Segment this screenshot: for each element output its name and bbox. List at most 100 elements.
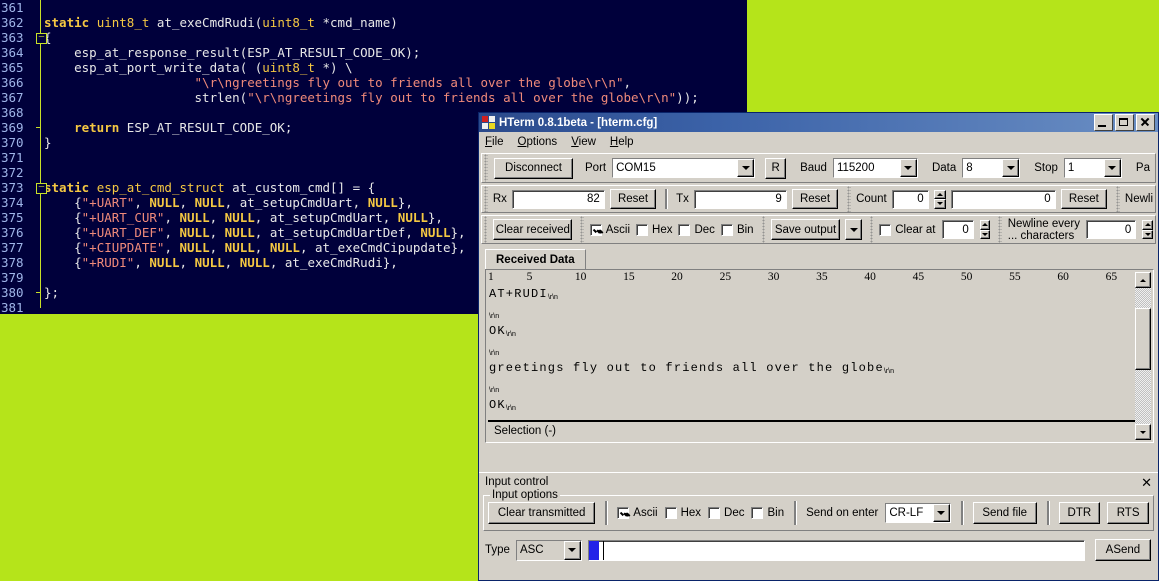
close-button[interactable] [1136,114,1155,131]
rts-button[interactable]: RTS [1107,502,1149,524]
newline-group-gripper[interactable] [1116,186,1120,212]
menu-item-view[interactable]: View [571,136,596,148]
title-bar[interactable]: HTerm 0.8.1beta - [hterm.cfg] [479,113,1158,132]
menu-item-help[interactable]: Help [610,136,634,148]
stop-bits-select[interactable]: 1 [1063,158,1122,178]
dtr-button[interactable]: DTR [1058,502,1101,524]
send-on-enter-value: CR-LF [886,504,933,522]
clear-transmitted-button[interactable]: Clear transmitted [488,502,596,524]
code-line[interactable]: static uint8_t at_exeCmdRudi(uint8_t *cm… [44,15,747,30]
data-dropdown-arrow-icon[interactable] [1002,159,1020,177]
clear-at-checkbox[interactable]: Clear at [879,223,936,236]
baud-dropdown-arrow-icon[interactable] [899,159,917,177]
newline-every-input[interactable]: 0 [1085,220,1137,239]
send-on-enter-select[interactable]: CR-LF [885,503,951,523]
save-output-dropdown-button[interactable] [845,219,862,240]
counter-toolbar-gripper[interactable] [484,186,488,212]
input-text-field[interactable] [587,539,1085,561]
dec-checkbox-input[interactable]: Dec [708,507,744,519]
count-spinner-up[interactable] [933,189,947,199]
newline-every-spinner[interactable] [1142,220,1153,239]
code-line[interactable]: { [44,30,747,45]
fold-box-373[interactable]: – [36,183,47,194]
save-output-button[interactable]: Save output [770,219,841,240]
received-data-view[interactable]: 1 5 10 15 20 25 30 35 40 45 50 55 60 65 AT+RUDI\r\n \r… [485,269,1154,443]
terminal-line: \r\n [489,380,1135,399]
tab-received-data[interactable]: Received Data [485,249,586,269]
count-spinner[interactable] [933,189,947,209]
count-reset-button[interactable]: Reset [1060,189,1108,209]
save-group-gripper[interactable] [761,216,765,243]
clear-at-input[interactable]: 0 [941,220,974,239]
clear-at-spinner-up[interactable] [979,220,991,230]
crlf-marker: \r\n [505,405,516,412]
code-line[interactable]: "\r\ngreetings fly out to friends all ov… [44,75,747,90]
input-control-close-icon[interactable]: ✕ [1141,476,1152,489]
ascii-checkbox-input[interactable]: Ascii [617,507,658,519]
clear-at-group-gripper[interactable] [869,216,874,243]
dec-checkbox-box-input[interactable] [708,507,721,519]
dec-checkbox-box-received[interactable] [678,223,691,236]
tx-reset-button[interactable]: Reset [791,189,839,209]
code-line[interactable]: strlen("\r\ngreetings fly out to friends… [44,90,747,105]
clear-received-button[interactable]: Clear received [493,219,573,240]
toolbar-gripper[interactable] [484,154,488,182]
received-scrollbar[interactable] [1135,272,1151,440]
scroll-down-button[interactable] [1135,424,1151,440]
fold-box-363[interactable]: – [36,33,47,44]
clear-at-spinner-down[interactable] [979,229,991,239]
newline-every-spinner-up[interactable] [1142,220,1153,230]
code-line[interactable]: esp_at_port_write_data( (uint8_t *) \ [44,60,747,75]
asend-button[interactable]: ASend [1094,539,1151,561]
format-group-gripper[interactable] [580,216,584,243]
input-options-legend: Input options [490,489,560,501]
scrollbar-track[interactable] [1135,288,1151,424]
bin-checkbox-box-received[interactable] [720,223,733,236]
clear-at-checkbox-box[interactable] [879,223,892,236]
code-line[interactable]: esp_at_response_result(ESP_AT_RESULT_COD… [44,45,747,60]
ascii-checkbox-box-input[interactable] [617,507,630,519]
count-spinner-down[interactable] [933,199,947,209]
ascii-checkbox-box-received[interactable] [589,223,602,236]
type-select[interactable]: ASC [515,539,582,561]
hex-checkbox-input[interactable]: Hex [664,507,701,519]
count-group-gripper[interactable] [847,186,852,212]
options-toolbar-gripper[interactable] [484,216,488,243]
hex-checkbox-box-received[interactable] [636,223,649,236]
dec-checkbox-received[interactable]: Dec [678,223,715,236]
newline-every-spinner-down[interactable] [1142,229,1153,239]
port-select[interactable]: COM15 [612,158,756,178]
menu-item-file[interactable]: File [485,136,504,148]
newline-every-gripper[interactable] [998,216,1002,243]
send-file-button[interactable]: Send file [972,502,1037,524]
menu-item-options[interactable]: Options [518,136,558,148]
type-dropdown-arrow-icon[interactable] [563,540,581,560]
minimize-button[interactable] [1094,114,1113,131]
hex-checkbox-box-input[interactable] [664,507,677,519]
hex-checkbox-received[interactable]: Hex [636,223,672,236]
bin-checkbox-input[interactable]: Bin [751,507,784,519]
bin-checkbox-box-input[interactable] [751,507,764,519]
menu-bar[interactable]: File Options View Help [479,132,1158,151]
send-on-enter-arrow-icon[interactable] [932,504,950,522]
input-value[interactable] [604,541,1084,560]
rx-reset-button[interactable]: Reset [609,189,657,209]
baud-select[interactable]: 115200 [832,158,918,178]
input-control-panel: Input control ✕ Input options Clear tran… [479,472,1158,580]
bin-checkbox-received[interactable]: Bin [720,223,754,236]
port-dropdown-arrow-icon[interactable] [737,159,755,177]
refresh-ports-button[interactable]: R [765,157,787,179]
maximize-button[interactable] [1115,114,1134,131]
ascii-checkbox-received[interactable]: Ascii [589,223,630,236]
disconnect-button[interactable]: Disconnect [494,157,573,179]
terminal-output[interactable]: AT+RUDI\r\n \r\n OK\r\n \r\n greetings fly o… [489,287,1135,418]
count-limit-input[interactable]: 0 [891,189,929,209]
clear-at-spinner[interactable] [979,220,991,239]
code-line[interactable] [44,0,747,15]
ruler-tick: 45 [912,271,925,283]
hterm-window[interactable]: HTerm 0.8.1beta - [hterm.cfg] File Optio… [478,112,1159,581]
data-bits-select[interactable]: 8 [962,158,1021,178]
scroll-up-button[interactable] [1135,272,1151,288]
stop-dropdown-arrow-icon[interactable] [1103,159,1121,177]
scrollbar-thumb[interactable] [1135,308,1151,370]
